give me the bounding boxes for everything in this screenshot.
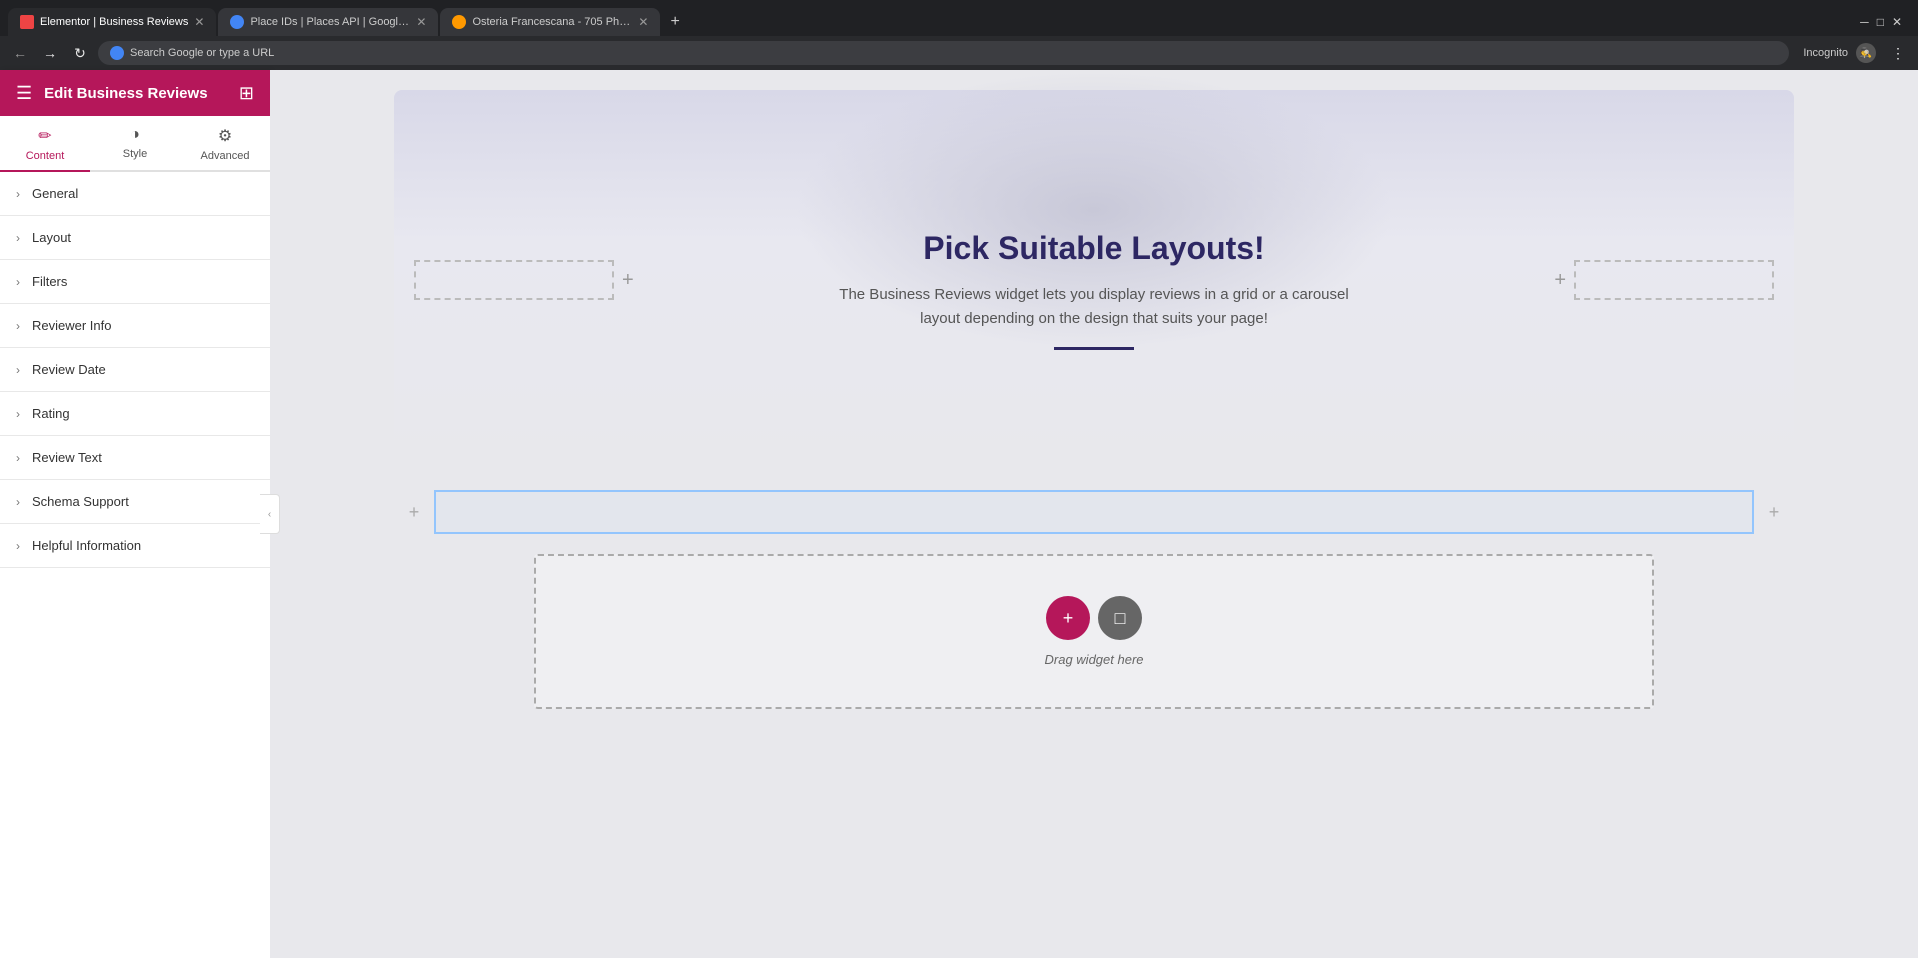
hero-title: Pick Suitable Layouts! [834,230,1354,267]
accordion-list: › General › Layout › Filters › Reviewer Info › Re… [0,172,270,958]
sidebar-header: ☰ Edit Business Reviews ⊞ [0,70,270,116]
accordion-item-schema-support[interactable]: › Schema Support [0,480,270,524]
style-tab-icon: ◑ [130,126,140,144]
hero-section: + + Pick Suitable Layouts! The Business … [394,90,1794,470]
drop-zone-buttons: + □ [556,596,1632,640]
accordion-arrow-general: › [16,187,20,201]
back-button[interactable]: ← [8,41,32,65]
tab-favicon-tab3 [452,15,466,29]
address-bar[interactable]: Search Google or type a URL [98,41,1789,65]
tab-title-tab3: Osteria Francescana - 705 Photo... [472,16,632,28]
browser-menu-button[interactable]: ⋮ [1886,41,1910,65]
left-add-column-button[interactable]: + [622,269,634,292]
accordion-arrow-review-text: › [16,451,20,465]
accordion-arrow-review-date: › [16,363,20,377]
close-button[interactable]: ✕ [1892,15,1902,29]
tab-close-tab1[interactable]: ✕ [194,15,204,29]
accordion-item-rating[interactable]: › Rating [0,392,270,436]
accordion-arrow-reviewer-info: › [16,319,20,333]
advanced-tab-icon: ⚙ [218,126,232,146]
drop-zone: + □ Drag widget here [534,554,1654,709]
tab-close-tab2[interactable]: ✕ [416,15,426,29]
style-tab-label: Style [123,148,147,160]
reload-button[interactable]: ↻ [68,41,92,65]
hero-subtitle: The Business Reviews widget lets you dis… [834,283,1354,331]
hero-content-block: Pick Suitable Layouts! The Business Revi… [834,230,1354,350]
canvas-area: + + Pick Suitable Layouts! The Business … [270,70,1918,958]
browser-tab-tab2[interactable]: Place IDs | Places API | Google... ✕ [218,8,438,36]
add-widget-button[interactable]: + [1046,596,1090,640]
collapse-sidebar-handle[interactable]: ‹ [260,494,280,534]
accordion-item-filters[interactable]: › Filters [0,260,270,304]
accordion-arrow-helpful-information: › [16,539,20,553]
accordion-label-schema-support: Schema Support [32,494,129,509]
accordion-item-helpful-information[interactable]: › Helpful Information [0,524,270,568]
right-add-column-button[interactable]: + [1554,269,1566,292]
incognito-icon: 🕵 [1856,43,1876,63]
accordion-label-reviewer-info: Reviewer Info [32,318,111,333]
sidebar-title: Edit Business Reviews [44,85,207,102]
right-column-placeholder [1574,260,1774,300]
apps-grid-icon[interactable]: ⊞ [239,83,254,104]
accordion-label-layout: Layout [32,230,71,245]
accordion-item-review-text[interactable]: › Review Text [0,436,270,480]
accordion-label-helpful-information: Helpful Information [32,538,141,553]
address-text: Search Google or type a URL [130,47,274,59]
drop-zone-text: Drag widget here [556,652,1632,667]
accordion-item-reviewer-info[interactable]: › Reviewer Info [0,304,270,348]
add-left-section-button[interactable]: + [394,502,434,523]
maximize-button[interactable]: □ [1877,15,1884,29]
new-tab-button[interactable]: + [662,8,687,36]
accordion-arrow-filters: › [16,275,20,289]
browser-chrome: Elementor | Business Reviews✕Place IDs |… [0,0,1918,70]
accordion-label-general: General [32,186,78,201]
accordion-item-general[interactable]: › General [0,172,270,216]
hamburger-icon[interactable]: ☰ [16,83,32,104]
content-placeholder[interactable] [434,490,1754,534]
accordion-label-review-text: Review Text [32,450,102,465]
accordion-item-review-date[interactable]: › Review Date [0,348,270,392]
tab-content[interactable]: ✏ Content [0,116,90,172]
browser-tab-tab1[interactable]: Elementor | Business Reviews ✕ [8,8,216,36]
accordion-arrow-layout: › [16,231,20,245]
add-section-button[interactable]: □ [1098,596,1142,640]
accordion-label-rating: Rating [32,406,70,421]
content-tab-label: Content [26,150,65,162]
tab-favicon-tab1 [20,15,34,29]
content-row: + + [394,490,1794,534]
browser-tab-tab3[interactable]: Osteria Francescana - 705 Photo... ✕ [440,8,660,36]
accordion-label-filters: Filters [32,274,67,289]
tab-title-tab1: Elementor | Business Reviews [40,16,188,28]
left-column-placeholder [414,260,614,300]
tab-title-tab2: Place IDs | Places API | Google... [250,16,410,28]
app-container: ☰ Edit Business Reviews ⊞ ✏ Content ◑ St… [0,70,1918,958]
incognito-label: Incognito [1803,47,1848,59]
tab-favicon-tab2 [230,15,244,29]
address-favicon [110,46,124,60]
hero-divider [1054,347,1134,350]
accordion-arrow-rating: › [16,407,20,421]
nav-bar: ← → ↻ Search Google or type a URL Incogn… [0,36,1918,70]
tab-style[interactable]: ◑ Style [90,116,180,172]
accordion-arrow-schema-support: › [16,495,20,509]
minimize-button[interactable]: ─ [1860,15,1869,29]
accordion-label-review-date: Review Date [32,362,106,377]
sidebar-tabs-bar: ✏ Content ◑ Style ⚙ Advanced [0,116,270,172]
content-tab-icon: ✏ [38,126,51,146]
add-right-section-button[interactable]: + [1754,502,1794,523]
tab-close-tab3[interactable]: ✕ [638,15,648,29]
main-content: + + Pick Suitable Layouts! The Business … [270,70,1918,958]
forward-button[interactable]: → [38,41,62,65]
incognito-area: Incognito 🕵 [1803,43,1876,63]
advanced-tab-label: Advanced [201,150,250,162]
widget-container: + + Pick Suitable Layouts! The Business … [394,90,1794,709]
tab-bar: Elementor | Business Reviews✕Place IDs |… [0,0,1918,36]
tab-advanced[interactable]: ⚙ Advanced [180,116,270,172]
accordion-item-layout[interactable]: › Layout [0,216,270,260]
sidebar: ☰ Edit Business Reviews ⊞ ✏ Content ◑ St… [0,70,270,958]
